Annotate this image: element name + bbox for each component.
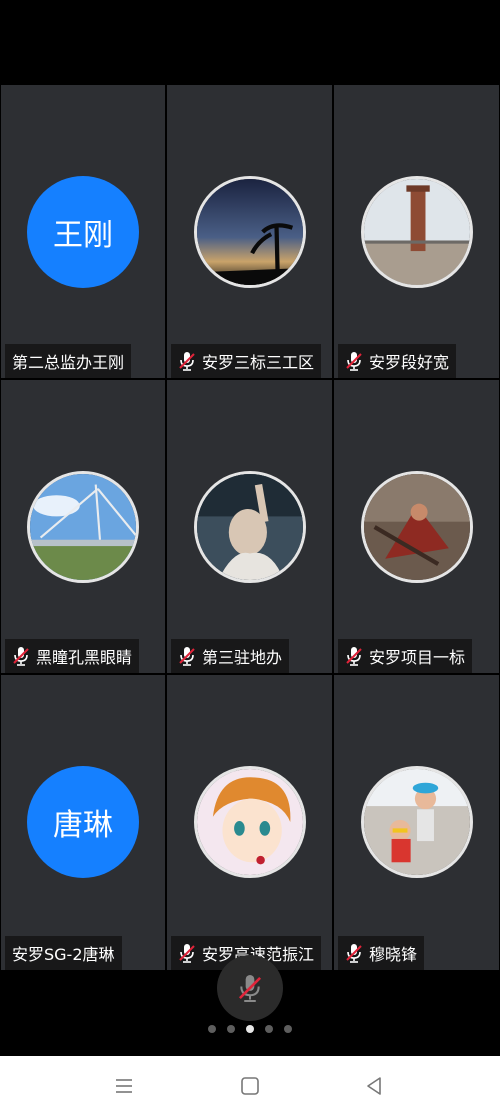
home-icon[interactable] xyxy=(238,1074,262,1098)
mic-muted-icon xyxy=(346,647,362,666)
participant-name: 安罗项目一标 xyxy=(369,648,466,667)
participant-tile[interactable]: 穆晓锋 xyxy=(334,675,499,970)
page-dot[interactable] xyxy=(227,1025,235,1033)
participant-name-tag: 安罗SG-2唐琳 xyxy=(5,936,122,970)
avatar: 唐琳 xyxy=(27,766,139,878)
mic-muted-icon xyxy=(346,944,362,963)
page-dot[interactable] xyxy=(208,1025,216,1033)
avatar xyxy=(193,766,306,878)
participant-name: 安罗SG-2唐琳 xyxy=(12,945,115,964)
mic-muted-icon xyxy=(179,352,195,371)
mic-muted-icon xyxy=(346,352,362,371)
participant-tile[interactable]: 安罗高速范振江 xyxy=(167,675,332,970)
mic-muted-icon xyxy=(13,647,29,666)
back-icon[interactable] xyxy=(362,1074,386,1098)
participant-tile[interactable]: 安罗三标三工区 xyxy=(167,85,332,378)
participant-grid: 王刚 第二总监办王刚 安罗三标三工区 安罗段好宽 黑瞳孔黑眼睛 第三驻地办 安罗… xyxy=(0,84,500,970)
avatar xyxy=(193,471,306,583)
participant-name-tag: 第二总监办王刚 xyxy=(5,344,132,378)
participant-tile[interactable]: 黑瞳孔黑眼睛 xyxy=(1,380,165,673)
participant-name: 穆晓锋 xyxy=(369,945,418,964)
page-dot-active[interactable] xyxy=(246,1025,254,1033)
avatar xyxy=(360,176,473,288)
participant-name: 黑瞳孔黑眼睛 xyxy=(36,648,133,667)
page-indicator xyxy=(0,1025,500,1035)
status-bar-area xyxy=(0,0,500,84)
participant-tile[interactable]: 第三驻地办 xyxy=(167,380,332,673)
participant-name: 安罗三标三工区 xyxy=(202,353,315,372)
mic-muted-icon xyxy=(238,975,262,1003)
participant-name-tag: 安罗项目一标 xyxy=(338,639,473,673)
participant-name-tag: 穆晓锋 xyxy=(338,936,425,970)
avatar xyxy=(360,471,473,583)
participant-tile[interactable]: 王刚 第二总监办王刚 xyxy=(1,85,165,378)
avatar xyxy=(27,471,139,583)
mute-toggle-button[interactable] xyxy=(217,955,283,1021)
avatar: 王刚 xyxy=(27,176,139,288)
menu-icon[interactable] xyxy=(112,1074,136,1098)
meeting-controls xyxy=(0,955,500,1056)
participant-name: 第二总监办王刚 xyxy=(12,353,125,372)
avatar xyxy=(360,766,473,878)
system-nav-bar xyxy=(0,1056,500,1116)
participant-tile[interactable]: 唐琳 安罗SG-2唐琳 xyxy=(1,675,165,970)
participant-name: 第三驻地办 xyxy=(202,648,283,667)
page-dot[interactable] xyxy=(284,1025,292,1033)
mic-muted-icon xyxy=(179,944,195,963)
participant-name-tag: 安罗段好宽 xyxy=(338,344,457,378)
mic-muted-icon xyxy=(179,647,195,666)
page-dot[interactable] xyxy=(265,1025,273,1033)
participant-name-tag: 安罗三标三工区 xyxy=(171,344,322,378)
participant-name-tag: 黑瞳孔黑眼睛 xyxy=(5,639,140,673)
participant-name-tag: 第三驻地办 xyxy=(171,639,290,673)
avatar xyxy=(193,176,306,288)
participant-name: 安罗段好宽 xyxy=(369,353,450,372)
participant-tile[interactable]: 安罗段好宽 xyxy=(334,85,499,378)
participant-tile[interactable]: 安罗项目一标 xyxy=(334,380,499,673)
